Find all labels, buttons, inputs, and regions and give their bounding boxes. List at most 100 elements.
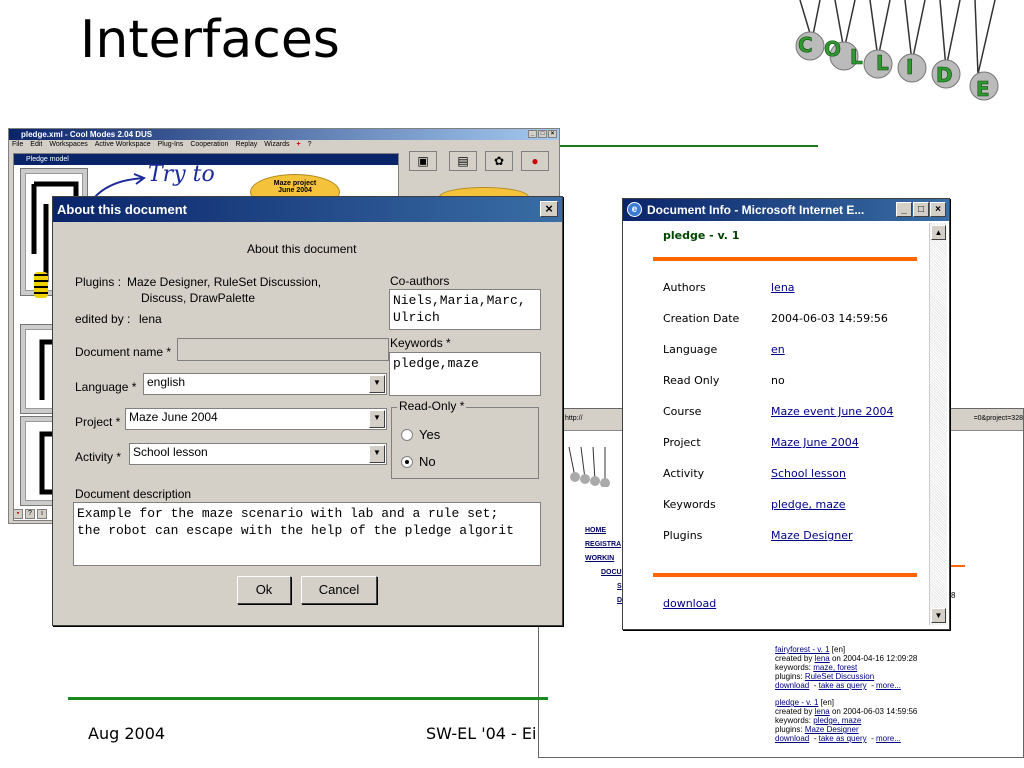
ellipse-label: Maze project June 2004 [273,180,317,194]
info-value-link[interactable]: School lesson [771,467,846,480]
keywords-link[interactable]: maze, forest [813,663,857,672]
minimize-button[interactable]: _ [896,202,912,217]
scroll-up-icon[interactable]: ▲ [931,225,946,240]
info-key: Course [663,405,702,418]
description-line: the robot can escape with the help of th… [77,523,514,538]
chevron-down-icon[interactable]: ▼ [369,375,385,393]
keywords-field[interactable]: pledge,maze [389,352,541,396]
chevron-down-icon[interactable]: ▼ [369,445,385,463]
orange-divider [653,257,917,261]
take-as-query-link[interactable]: take as query [819,734,867,743]
tool-button-image[interactable]: ▤ [449,151,477,171]
menu-wizards[interactable]: Wizards [264,140,289,150]
robot-icon[interactable] [34,272,48,298]
minimize-button[interactable]: _ [528,130,537,138]
created-prefix: created by [775,707,813,716]
keywords-label: Keywords * [390,336,451,350]
tool-button-palette[interactable]: ✿ [485,151,513,171]
menu-cooperation[interactable]: Cooperation [190,140,228,150]
info-value-link[interactable]: pledge, maze [771,498,846,511]
info-row-keywords: Keywords pledge, maze [663,498,933,511]
nav-registration[interactable]: REGISTRA [585,541,621,548]
docinfo-titlebar[interactable]: e Document Info - Microsoft Internet E..… [623,199,949,221]
document-info-window[interactable]: e Document Info - Microsoft Internet E..… [622,198,950,630]
info-key: Read Only [663,374,720,387]
info-value-link[interactable]: Maze event June 2004 [771,405,894,418]
download-link[interactable]: download [663,597,716,610]
edited-by-value: lena [139,312,162,326]
description-field[interactable]: Example for the maze scenario with lab a… [73,502,541,566]
plugins-label: Plugins : [75,275,122,289]
maximize-button[interactable]: □ [913,202,929,217]
logo-letter: C [798,33,813,57]
author-link[interactable]: lena [815,707,830,716]
plugins-value: Discuss, DrawPalette [141,291,256,305]
language-select[interactable]: english ▼ [143,373,387,395]
status-icon[interactable]: ? [25,509,35,519]
status-icon[interactable]: i [37,509,47,519]
status-icon[interactable]: ▪ [13,509,23,519]
close-icon[interactable]: × [540,201,558,217]
info-value-link[interactable]: Maze Designer [771,529,853,542]
tool-button-users[interactable]: ● [521,151,549,171]
close-button[interactable]: × [930,202,946,217]
nav-working[interactable]: WORKIN [585,555,614,562]
logo-letter: I [906,55,913,79]
info-value: no [771,374,785,387]
radio-label: No [419,454,436,469]
readonly-no-radio[interactable]: No [401,454,436,469]
menu-workspaces[interactable]: Workspaces [49,140,87,150]
info-value-link[interactable]: lena [771,281,795,294]
side-digit: 8 [951,591,956,600]
menu-file[interactable]: File [12,140,23,150]
cancel-button[interactable]: Cancel [301,576,377,604]
docname-label: Document name * [75,345,172,359]
logo-letter: L [850,45,863,69]
nav-documents[interactable]: DOCU [601,569,622,576]
activity-select[interactable]: School lesson ▼ [129,443,387,465]
more-link[interactable]: more... [876,681,901,690]
nav-home[interactable]: HOME [585,527,606,534]
menu-help[interactable]: ? [308,140,312,150]
plugins-link[interactable]: Maze Designer [805,725,859,734]
author-link[interactable]: lena [815,654,830,663]
readonly-label: Read-Only * [397,399,467,413]
doc-title-link[interactable]: pledge - v. 1 [775,698,818,707]
plugins-link[interactable]: RuleSet Discussion [805,672,874,681]
menu-replay[interactable]: Replay [235,140,257,150]
readonly-yes-radio[interactable]: Yes [401,427,440,442]
doc-title-link[interactable]: fairyforest - v. 1 [775,645,830,654]
menu-edit[interactable]: Edit [30,140,42,150]
info-key: Activity [663,467,705,480]
ok-button[interactable]: Ok [237,576,291,604]
about-dialog[interactable]: About this document × About this documen… [52,196,563,626]
maximize-button[interactable]: □ [538,130,547,138]
docname-field[interactable] [177,338,389,361]
about-heading: About this document [247,242,357,256]
nav-sub-s[interactable]: S [617,583,622,590]
project-select[interactable]: Maze June 2004 ▼ [125,408,387,430]
orange-fragment [951,565,965,567]
menu-active-workspace[interactable]: Active Workspace [95,140,151,150]
tool-button-camera[interactable]: ▣ [409,151,437,171]
coauthors-field[interactable]: Niels,Maria,Marc, Ulrich [389,289,541,330]
plugins-value: Maze Designer, RuleSet Discussion, [127,275,322,289]
address-url[interactable]: http:// [565,415,583,422]
radio-indicator [401,455,413,468]
about-titlebar[interactable]: About this document × [53,197,562,222]
scroll-down-icon[interactable]: ▼ [931,608,946,623]
flag-icon[interactable]: + [297,140,301,150]
download-link[interactable]: download [775,681,809,690]
chevron-down-icon[interactable]: ▼ [369,410,385,428]
keywords-link[interactable]: pledge, maze [813,716,861,725]
take-as-query-link[interactable]: take as query [819,681,867,690]
slide-title: Interfaces [80,10,340,70]
close-button[interactable]: × [548,130,557,138]
info-value-link[interactable]: en [771,343,785,356]
download-link[interactable]: download [775,734,809,743]
more-link[interactable]: more... [876,734,901,743]
info-value-link[interactable]: Maze June 2004 [771,436,859,449]
menu-plugins[interactable]: Plug-Ins [158,140,184,150]
app-titlebar[interactable]: pledge.xml - Cool Modes 2.04 DUS _ □ × [9,129,559,140]
plugins-prefix: plugins: [775,672,803,681]
